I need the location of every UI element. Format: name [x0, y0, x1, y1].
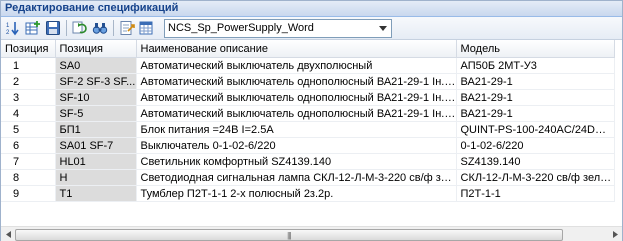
column-header-model[interactable]: Модель [456, 40, 615, 58]
toolbar: 1 2 NCS_Sp_PowerSupply_Word [1, 17, 622, 40]
description-cell[interactable]: Автоматический выключатель однополюсный … [136, 89, 457, 106]
chevron-down-icon[interactable] [375, 20, 391, 37]
row-number-cell[interactable]: 6 [1, 137, 56, 154]
scrollbar-thumb[interactable]: ||| [15, 229, 563, 241]
model-cell[interactable]: СКЛ-12-Л-М-3-220 св/ф зелен... [456, 169, 615, 186]
table-header-row: Позиция Позиция Наименование описание Мо… [1, 40, 615, 58]
grip-icon: ||| [287, 230, 291, 240]
find-icon[interactable] [91, 19, 109, 37]
model-cell[interactable]: ВА21-29-1 [456, 73, 615, 90]
row-number-cell[interactable]: 3 [1, 89, 56, 106]
position-cell[interactable]: H [55, 169, 137, 186]
model-cell[interactable]: QUINT-PS-100-240AC/24DC/2.5 [456, 121, 615, 138]
description-cell[interactable]: Светодиодная сигнальная лампа СКЛ-12-Л-М… [136, 169, 457, 186]
row-number-cell[interactable]: 4 [1, 105, 56, 122]
table-row[interactable]: 4 SF-5 Автоматический выключатель однопо… [1, 105, 615, 122]
table-row[interactable]: 3 SF-10 Автоматический выключатель одноп… [1, 89, 615, 106]
row-number-cell[interactable]: 7 [1, 153, 56, 170]
table-add-icon[interactable] [24, 19, 42, 37]
spec-table: Позиция Позиция Наименование описание Мо… [1, 40, 615, 202]
model-cell[interactable]: ВА21-29-1 [456, 105, 615, 122]
table-row[interactable]: 7 HL01 Светильник комфортный SZ4139.140 … [1, 153, 615, 170]
description-cell[interactable]: Выключатель 0-1-02-6/220 [136, 137, 457, 154]
row-number-cell[interactable]: 5 [1, 121, 56, 138]
svg-text:2: 2 [6, 30, 10, 36]
template-combo-value: NCS_Sp_PowerSupply_Word [168, 22, 314, 34]
position-cell[interactable]: T1 [55, 185, 137, 202]
table-row[interactable]: 8 H Светодиодная сигнальная лампа СКЛ-12… [1, 169, 615, 186]
row-number-cell[interactable]: 2 [1, 73, 56, 90]
model-cell[interactable]: ВА21-29-1 [456, 89, 615, 106]
svg-text:1: 1 [6, 23, 10, 29]
row-number-cell[interactable]: 8 [1, 169, 56, 186]
scroll-right-icon[interactable] [608, 227, 622, 241]
description-cell[interactable]: Тумблер П2Т-1-1 2-х полюсный 2з.2р. [136, 185, 457, 202]
position-cell[interactable]: SF-10 [55, 89, 137, 106]
position-cell[interactable]: HL01 [55, 153, 137, 170]
position-cell[interactable]: БП1 [55, 121, 137, 138]
toolbar-separator [66, 20, 67, 36]
description-cell[interactable]: Автоматический выключатель двухполюсный [136, 57, 457, 74]
model-cell[interactable]: 0-1-02-6/220 [456, 137, 615, 154]
position-cell[interactable]: SF-2 SF-3 SF... [55, 73, 137, 90]
description-cell[interactable]: Автоматический выключатель однополюсный … [136, 73, 457, 90]
export-icon[interactable] [118, 19, 136, 37]
spec-grid: Позиция Позиция Наименование описание Мо… [1, 40, 622, 226]
save-icon[interactable] [44, 19, 62, 37]
template-combo[interactable]: NCS_Sp_PowerSupply_Word [164, 18, 392, 38]
model-cell[interactable]: АП50Б 2МТ-У3 [456, 57, 615, 74]
description-cell[interactable]: Светильник комфортный SZ4139.140 [136, 153, 457, 170]
table-row[interactable]: 6 SA01 SF-7 Выключатель 0-1-02-6/220 0-1… [1, 137, 615, 154]
table-row[interactable]: 2 SF-2 SF-3 SF... Автоматический выключа… [1, 73, 615, 90]
scroll-left-icon[interactable] [1, 227, 15, 241]
position-cell[interactable]: SA01 SF-7 [55, 137, 137, 154]
column-header-description[interactable]: Наименование описание [136, 40, 457, 58]
row-number-cell[interactable]: 1 [1, 57, 56, 74]
position-cell[interactable]: SF-5 [55, 105, 137, 122]
toolbar-separator [113, 20, 114, 36]
model-cell[interactable]: SZ4139.140 [456, 153, 615, 170]
table-settings-icon[interactable] [138, 19, 156, 37]
sort-down-icon[interactable]: 1 2 [4, 19, 22, 37]
table-body: 1 SA0 Автоматический выключатель двухпол… [1, 57, 615, 202]
spec-editor-window: Редактирование спецификаций 1 2 NCS_Sp_P… [0, 0, 623, 241]
scrollbar-track[interactable]: ||| [15, 228, 608, 241]
description-cell[interactable]: Блок питания =24В I=2.5А [136, 121, 457, 138]
horizontal-scrollbar[interactable]: ||| [1, 226, 622, 241]
description-cell[interactable]: Автоматический выключатель однополюсный … [136, 105, 457, 122]
refresh-icon[interactable] [71, 19, 89, 37]
table-row[interactable]: 9 T1 Тумблер П2Т-1-1 2-х полюсный 2з.2р.… [1, 185, 615, 202]
table-row[interactable]: 1 SA0 Автоматический выключатель двухпол… [1, 57, 615, 74]
column-header-position-number[interactable]: Позиция [1, 40, 56, 58]
row-number-cell[interactable]: 9 [1, 185, 56, 202]
model-cell[interactable]: П2Т-1-1 [456, 185, 615, 202]
window-title: Редактирование спецификаций [1, 1, 622, 17]
table-row[interactable]: 5 БП1 Блок питания =24В I=2.5А QUINT-PS-… [1, 121, 615, 138]
column-header-position[interactable]: Позиция [55, 40, 137, 58]
position-cell[interactable]: SA0 [55, 57, 137, 74]
